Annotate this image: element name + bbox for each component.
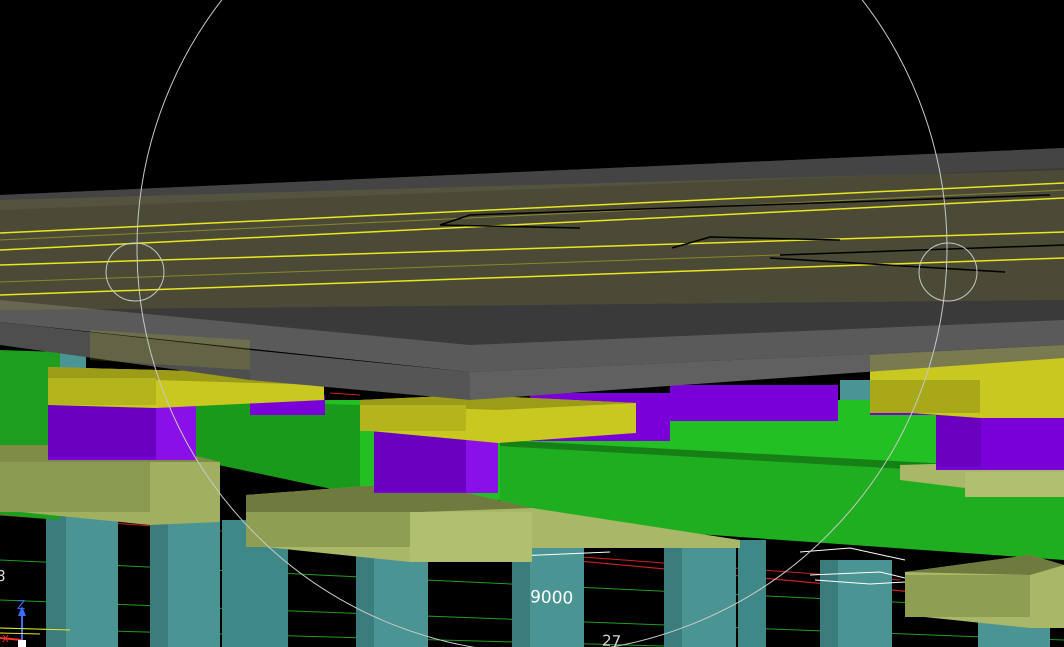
bridge-model-scene[interactable] — [0, 0, 1064, 647]
dimension-label-bottom: 27 — [601, 631, 622, 647]
axis-x-label: X — [2, 634, 9, 645]
3d-viewport[interactable]: 9000 27 8 Z X — [0, 0, 1064, 647]
column — [738, 540, 766, 647]
dimension-label-main: 9000 — [529, 587, 574, 609]
axis-z-label: Z — [17, 598, 26, 612]
dimension-label-left: 8 — [0, 566, 6, 586]
